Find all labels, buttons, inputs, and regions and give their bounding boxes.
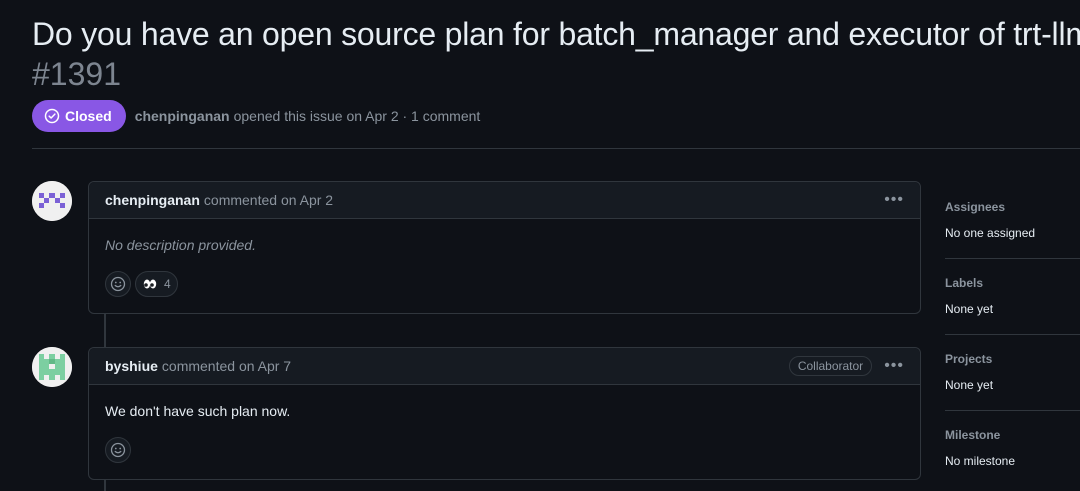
timeline-connector: [104, 312, 106, 348]
issue-meta: Closed chenpinganan opened this issue on…: [32, 100, 480, 132]
reaction-eyes-button[interactable]: 4: [135, 271, 178, 297]
reaction-count: 4: [164, 277, 171, 291]
issue-page: Do you have an open source plan for batc…: [0, 0, 1080, 491]
comment-author-link[interactable]: byshiue: [105, 358, 158, 374]
comment-author-link[interactable]: chenpinganan: [105, 192, 200, 208]
sidebar-value: None yet: [945, 302, 994, 316]
reactions-bar: [105, 437, 904, 479]
avatar[interactable]: [32, 347, 72, 387]
smiley-icon: [110, 276, 126, 292]
sidebar-value: None yet: [945, 378, 994, 392]
sidebar-milestone[interactable]: Milestone No milestone: [945, 411, 1080, 487]
comment-header: chenpinganan commented on Apr 2 •••: [89, 182, 920, 219]
sidebar-value: No one assigned: [945, 226, 1036, 240]
sidebar-label: Milestone: [945, 428, 1001, 442]
reactions-bar: 4: [105, 271, 904, 313]
comment-body: No description provided. 4: [89, 219, 920, 313]
comment-text: We don't have such plan now.: [105, 403, 291, 419]
issue-title: Do you have an open source plan for batc…: [32, 16, 1080, 52]
kebab-horizontal-icon[interactable]: •••: [884, 358, 904, 374]
comment-timestamp[interactable]: commented on Apr 7: [162, 358, 291, 374]
sidebar-assignees[interactable]: Assignees No one assigned: [945, 183, 1080, 259]
status-label: Closed: [65, 108, 112, 124]
comment-card: chenpinganan commented on Apr 2 ••• No d…: [88, 181, 921, 314]
sidebar-label: Assignees: [945, 200, 1006, 214]
identicon-green: [32, 347, 72, 387]
sidebar-labels[interactable]: Labels None yet: [945, 259, 1080, 335]
kebab-horizontal-icon[interactable]: •••: [884, 192, 904, 208]
sidebar-label: Projects: [945, 352, 993, 366]
status-badge: Closed: [32, 100, 126, 132]
check-circle-icon: [44, 108, 60, 124]
comment-body: We don't have such plan now.: [89, 385, 920, 479]
header-divider: [32, 148, 1080, 149]
collaborator-badge: Collaborator: [788, 356, 873, 376]
sidebar-label: Labels: [945, 276, 984, 290]
add-reaction-button[interactable]: [105, 271, 131, 297]
issue-author-link[interactable]: chenpinganan: [135, 108, 230, 124]
comment-header: byshiue commented on Apr 7 Collaborator …: [89, 348, 920, 385]
issue-number: #1391: [32, 56, 121, 92]
sidebar-value: No milestone: [945, 454, 1016, 468]
issue-sidebar: Assignees No one assigned Labels None ye…: [945, 183, 1080, 487]
sidebar-projects[interactable]: Projects None yet: [945, 335, 1080, 411]
add-reaction-button[interactable]: [105, 437, 131, 463]
comment-card: byshiue commented on Apr 7 Collaborator …: [88, 347, 921, 480]
issue-meta-text: opened this issue on Apr 2 · 1 comment: [233, 108, 481, 124]
comment-text: No description provided.: [105, 237, 256, 253]
avatar[interactable]: [32, 181, 72, 221]
smiley-icon: [110, 442, 126, 458]
identicon-purple: [32, 181, 72, 221]
comment-timestamp[interactable]: commented on Apr 2: [204, 192, 333, 208]
eyes-icon: [143, 279, 157, 289]
